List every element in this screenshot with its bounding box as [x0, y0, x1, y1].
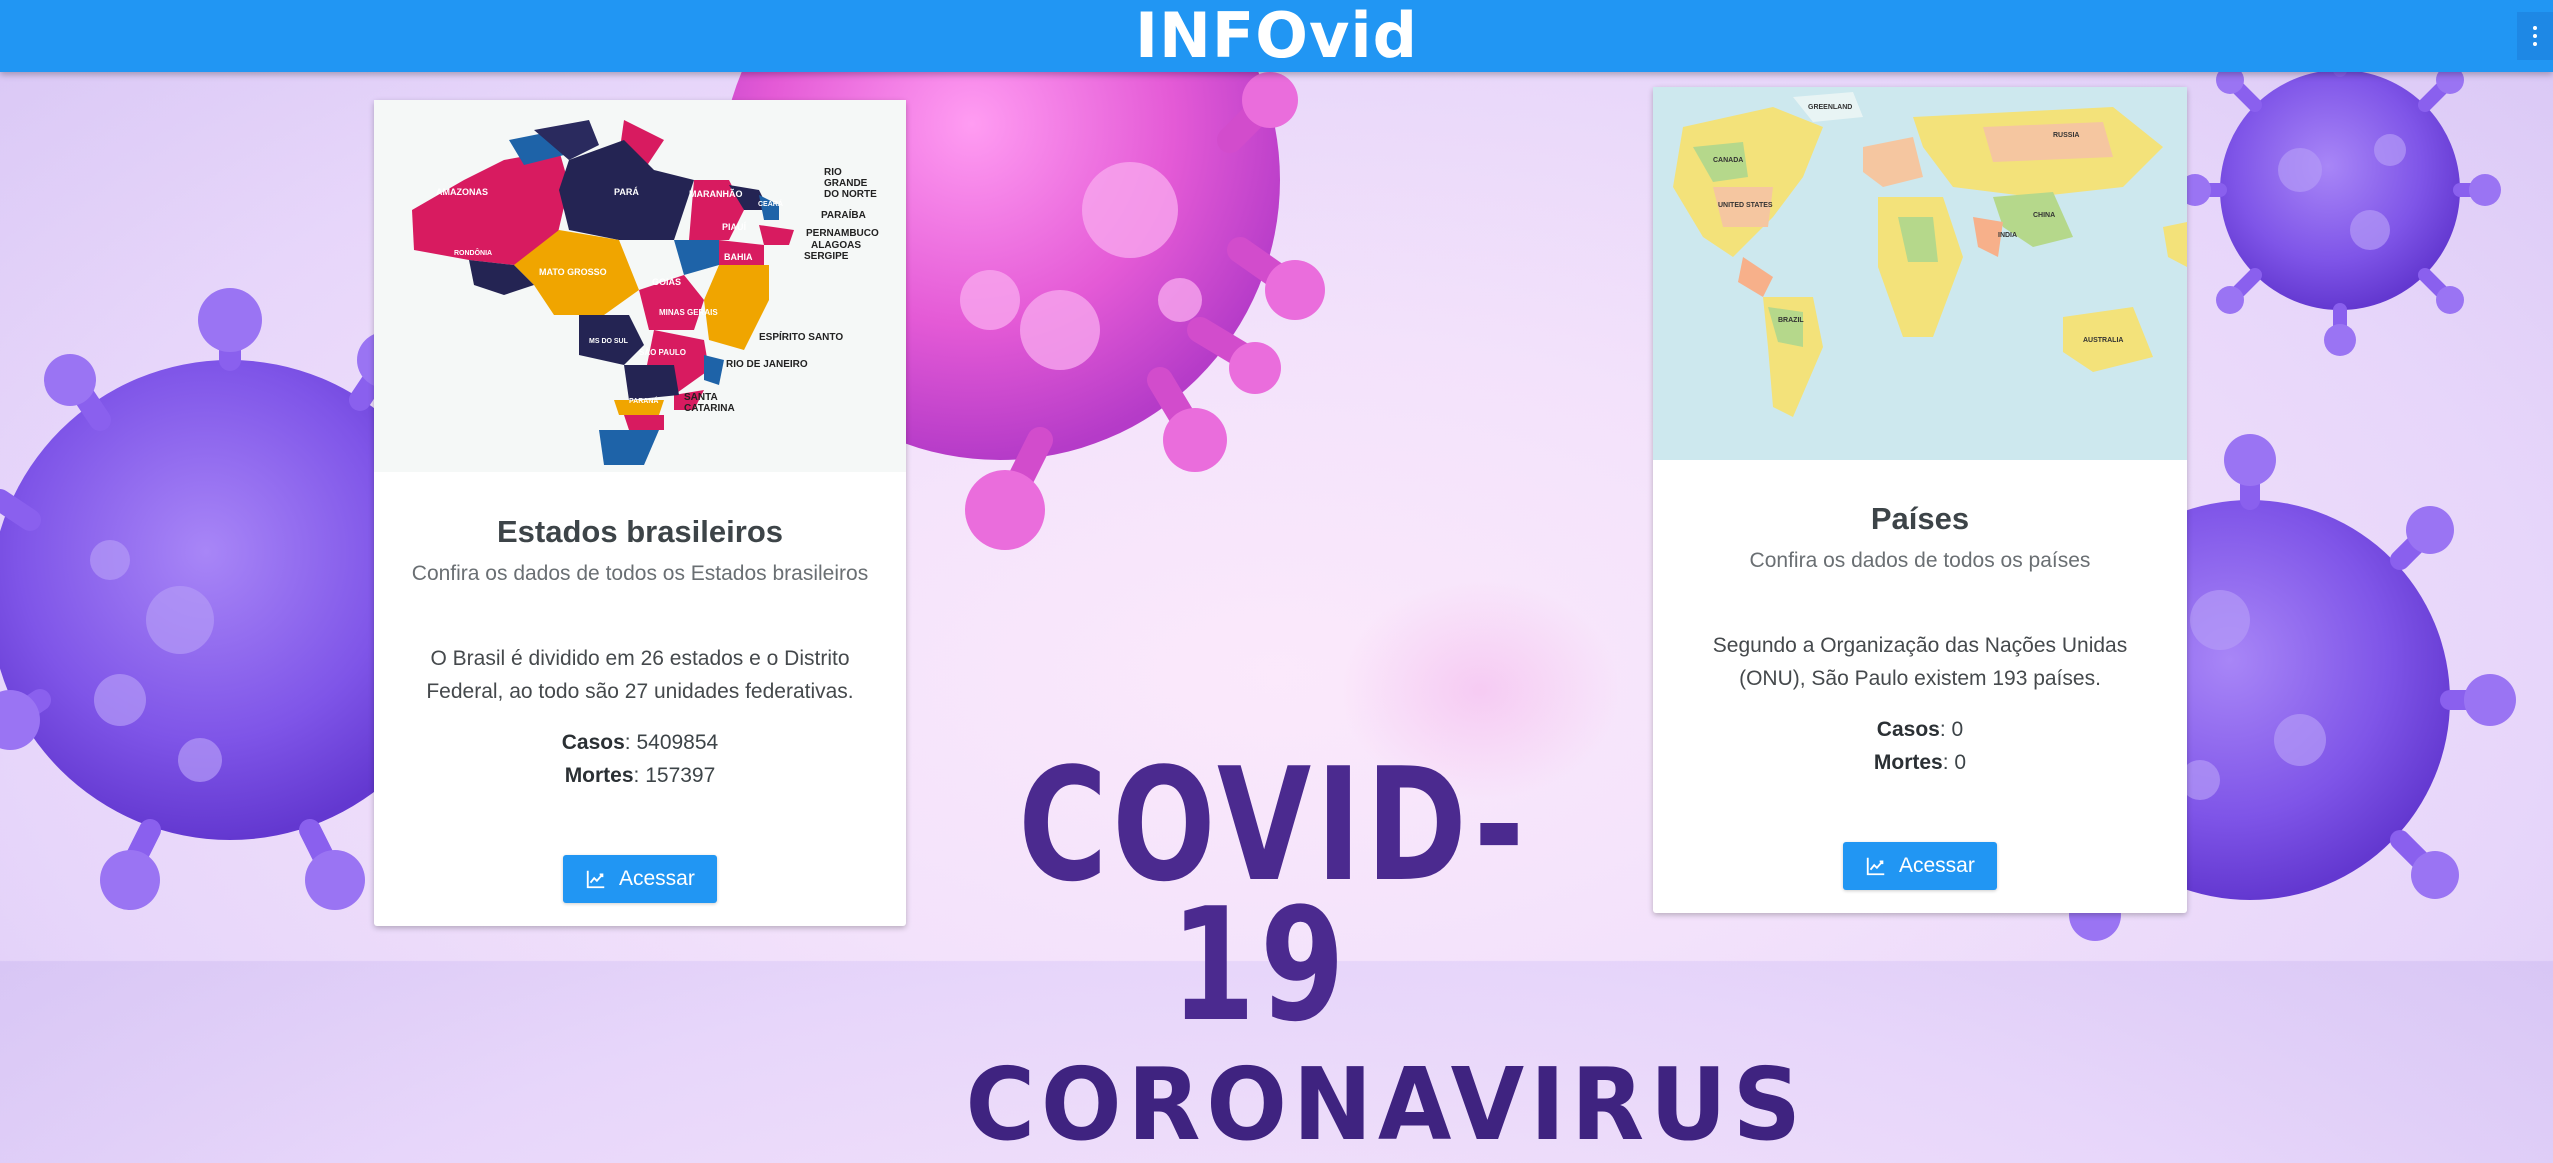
deaths-label: Mortes [564, 764, 634, 787]
world-card-body: Países Confira os dados de todos os país… [1653, 497, 2187, 779]
svg-text:ESPÍRITO SANTO: ESPÍRITO SANTO [759, 330, 843, 343]
deaths-label: Mortes [1873, 751, 1943, 774]
svg-text:RONDÔNIA: RONDÔNIA [454, 248, 492, 257]
svg-text:AUSTRALIA: AUSTRALIA [2083, 337, 2123, 344]
cases-label: Casos [1876, 718, 1940, 741]
svg-text:MATO GROSSO: MATO GROSSO [539, 267, 607, 277]
world-map-image: GREENLAND RUSSIA CANADA UNITED STATES BR… [1653, 87, 2187, 460]
svg-text:MARANHÃO: MARANHÃO [689, 189, 743, 199]
svg-text:CHINA: CHINA [2033, 212, 2055, 219]
card-description: O Brasil é dividido em 26 estados e o Di… [426, 647, 854, 703]
svg-text:CANADA: CANADA [1713, 157, 1743, 164]
covid-title: COVID-19 [1018, 734, 1529, 1056]
brazil-map-image: AMAZONAS PARÁ MARANHÃO CEARÁ PIAUÍ BAHIA… [374, 100, 906, 472]
svg-text:PARÁ: PARÁ [614, 187, 639, 197]
svg-text:GREENLAND: GREENLAND [1808, 104, 1852, 111]
svg-text:INDIA: INDIA [1998, 232, 2017, 239]
svg-text:RIO DE JANEIRO: RIO DE JANEIRO [726, 359, 808, 370]
card-subtitle: Confira os dados de todos os países [1749, 549, 2091, 572]
covid-headline: COVID-19 CORONAVIRUS [950, 734, 1807, 1163]
brazil-states-card: AMAZONAS PARÁ MARANHÃO CEARÁ PIAUÍ BAHIA… [374, 100, 906, 926]
top-app-bar: INFOvid [0, 0, 2553, 72]
svg-text:GOIÁS: GOIÁS [652, 277, 681, 287]
button-label: Acessar [619, 867, 695, 890]
svg-text:CEARÁ: CEARÁ [758, 199, 783, 208]
world-stats: Casos: 0 Mortes: 0 [1653, 713, 2187, 779]
countries-access-button[interactable]: Acessar [1843, 842, 1997, 890]
svg-text:AMAZONAS: AMAZONAS [436, 187, 488, 197]
purple-virus-top-right [2179, 29, 2501, 356]
card-description: Segundo a Organização das Nações Unidas … [1712, 634, 2128, 690]
svg-text:CATARINA: CATARINA [684, 403, 735, 414]
svg-text:BRAZIL: BRAZIL [1778, 317, 1804, 324]
svg-text:MINAS GERAIS: MINAS GERAIS [659, 308, 718, 317]
card-subtitle: Confira os dados de todos os Estados bra… [411, 562, 869, 585]
more-vertical-icon[interactable] [2517, 12, 2553, 60]
brazil-stats: Casos: 5409854 Mortes: 157397 [374, 726, 906, 792]
svg-text:PERNAMBUCO: PERNAMBUCO [806, 228, 879, 239]
svg-text:SÃO PAULO: SÃO PAULO [639, 348, 686, 357]
brazil-access-button[interactable]: Acessar [563, 855, 717, 903]
svg-text:RIO: RIO [824, 167, 842, 178]
svg-text:UNITED STATES: UNITED STATES [1718, 202, 1773, 209]
svg-text:MS DO SUL: MS DO SUL [589, 338, 629, 345]
deaths-value: : 0 [1942, 751, 1967, 774]
svg-text:PARAÍBA: PARAÍBA [821, 208, 866, 221]
cases-label: Casos [561, 731, 625, 754]
brazil-card-body: Estados brasileiros Confira os dados de … [374, 510, 906, 792]
svg-text:SANTA: SANTA [684, 392, 718, 403]
svg-text:PARANÁ: PARANÁ [629, 396, 658, 405]
svg-text:SERGIPE: SERGIPE [804, 251, 849, 262]
cases-value: : 5409854 [624, 731, 719, 754]
svg-text:BAHIA: BAHIA [724, 252, 753, 262]
world-map-icon: GREENLAND RUSSIA CANADA UNITED STATES BR… [1653, 87, 2187, 460]
chart-line-icon [1866, 857, 1885, 876]
svg-text:GRANDE: GRANDE [824, 178, 868, 189]
countries-card: GREENLAND RUSSIA CANADA UNITED STATES BR… [1653, 87, 2187, 913]
card-title: Estados brasileiros [496, 514, 783, 549]
deaths-row: Mortes: 157397 [374, 759, 906, 792]
cases-row: Casos: 0 [1653, 713, 2187, 746]
deaths-row: Mortes: 0 [1653, 746, 2187, 779]
button-label: Acessar [1899, 854, 1975, 877]
card-title: Países [1870, 501, 1970, 536]
svg-text:DO NORTE: DO NORTE [824, 189, 877, 200]
svg-text:ALAGOAS: ALAGOAS [811, 240, 861, 251]
deaths-value: : 157397 [633, 764, 716, 787]
svg-text:RUSSIA: RUSSIA [2053, 132, 2079, 139]
coronavirus-subtitle: CORONAVIRUS [965, 1046, 1807, 1163]
cases-row: Casos: 5409854 [374, 726, 906, 759]
brazil-map-icon: AMAZONAS PARÁ MARANHÃO CEARÁ PIAUÍ BAHIA… [412, 120, 879, 465]
chart-line-icon [586, 870, 605, 889]
svg-text:PIAUÍ: PIAUÍ [722, 222, 747, 232]
cases-value: : 0 [1939, 718, 1964, 741]
brand-title[interactable]: INFOvid [0, 0, 2553, 72]
